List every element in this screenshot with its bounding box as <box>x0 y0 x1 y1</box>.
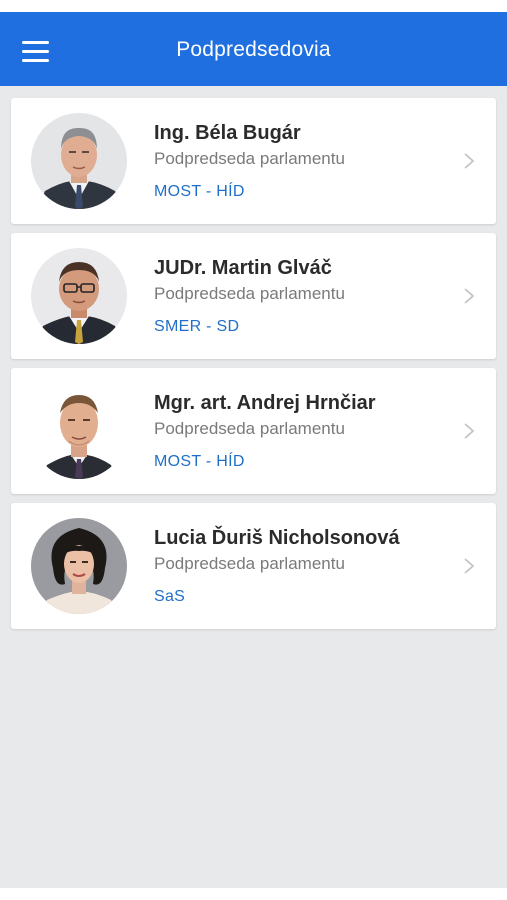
member-role: Podpredseda parlamentu <box>154 554 345 573</box>
page-title: Podpredsedovia <box>176 38 331 61</box>
member-role: Podpredseda parlamentu <box>154 149 345 168</box>
member-party: MOST - HÍD <box>154 453 245 470</box>
member-party: SMER - SD <box>154 318 240 335</box>
member-party: SaS <box>154 588 186 605</box>
chevron-right-icon <box>464 423 475 439</box>
member-party: MOST - HÍD <box>154 183 245 200</box>
member-card-hrnciar[interactable]: Mgr. art. Andrej Hrnčiar Podpredseda par… <box>11 368 496 494</box>
chevron-right-icon <box>464 153 475 169</box>
member-name: JUDr. Martin Glváč <box>154 257 332 279</box>
member-list: Ing. Béla Bugár Podpredseda parlamentu M… <box>11 98 496 638</box>
member-card-nicholsonova[interactable]: Lucia Ďuriš Nicholsonová Podpredseda par… <box>11 503 496 629</box>
nav-bar: Podpredsedovia <box>0 12 507 86</box>
member-card-glvac[interactable]: JUDr. Martin Glváč Podpredseda parlament… <box>11 233 496 359</box>
avatar <box>31 518 127 614</box>
chevron-right-icon <box>464 558 475 574</box>
member-card-bugar[interactable]: Ing. Béla Bugár Podpredseda parlamentu M… <box>11 98 496 224</box>
member-name: Ing. Béla Bugár <box>154 122 301 144</box>
app-view: Podpredsedovia Ing. Béla Bugár Podpredse… <box>0 12 507 888</box>
member-role: Podpredseda parlamentu <box>154 284 345 303</box>
member-role: Podpredseda parlamentu <box>154 419 345 438</box>
avatar <box>31 248 127 344</box>
member-name: Lucia Ďuriš Nicholsonová <box>154 527 400 549</box>
avatar <box>31 113 127 209</box>
chevron-right-icon <box>464 288 475 304</box>
avatar <box>31 383 127 479</box>
member-name: Mgr. art. Andrej Hrnčiar <box>154 392 376 414</box>
screen: Podpredsedovia Ing. Béla Bugár Podpredse… <box>0 0 507 900</box>
